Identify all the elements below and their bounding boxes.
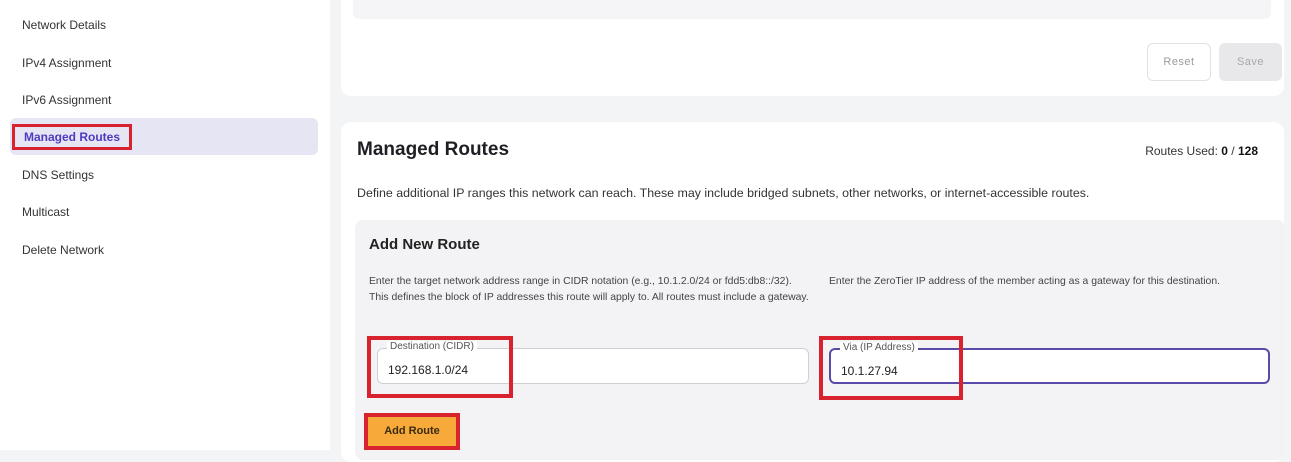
managed-routes-card: Managed Routes Routes Used: 0 / 128 Defi… xyxy=(341,122,1285,462)
sidebar-item-ipv4-assignment[interactable]: IPv4 Assignment xyxy=(22,56,111,70)
page-title: Managed Routes xyxy=(357,139,510,160)
settings-card-inner xyxy=(353,0,1271,19)
sidebar-item-network-details[interactable]: Network Details xyxy=(22,18,106,32)
routes-used-separator: / xyxy=(1231,144,1235,158)
destination-field[interactable]: Destination (CIDR) 192.168.1.0/24 xyxy=(377,341,809,384)
save-button[interactable]: Save xyxy=(1219,43,1282,81)
managed-routes-description: Define additional IP ranges this network… xyxy=(357,186,1090,200)
add-route-panel: Add New Route Enter the target network a… xyxy=(355,220,1285,460)
via-field-label: Via (IP Address) xyxy=(840,342,918,353)
via-input[interactable]: 10.1.27.94 xyxy=(841,364,898,378)
reset-button[interactable]: Reset xyxy=(1147,43,1211,81)
settings-card-top: Reset Save xyxy=(341,0,1284,96)
sidebar-item-multicast[interactable]: Multicast xyxy=(22,205,69,219)
sidebar-item-dns-settings[interactable]: DNS Settings xyxy=(22,168,94,182)
routes-used-count: 0 xyxy=(1221,144,1228,158)
destination-field-label: Destination (CIDR) xyxy=(387,341,477,352)
destination-input[interactable]: 192.168.1.0/24 xyxy=(388,363,468,377)
sidebar-item-delete-network[interactable]: Delete Network xyxy=(22,243,104,257)
via-field[interactable]: Via (IP Address) 10.1.27.94 xyxy=(829,342,1270,384)
via-help-text: Enter the ZeroTier IP address of the mem… xyxy=(829,276,1221,287)
add-route-button[interactable]: Add Route xyxy=(364,413,460,450)
routes-used-label: Routes Used: xyxy=(1145,144,1218,158)
routes-used-counter: Routes Used: 0 / 128 xyxy=(1145,144,1258,158)
sidebar-item-ipv6-assignment[interactable]: IPv6 Assignment xyxy=(22,93,111,107)
add-route-title: Add New Route xyxy=(369,236,480,253)
destination-help-text: Enter the target network address range i… xyxy=(369,276,809,303)
routes-used-max: 128 xyxy=(1237,144,1258,158)
sidebar: Network Details IPv4 Assignment IPv6 Ass… xyxy=(0,0,330,450)
sidebar-item-managed-routes-label[interactable]: Managed Routes xyxy=(12,124,132,150)
